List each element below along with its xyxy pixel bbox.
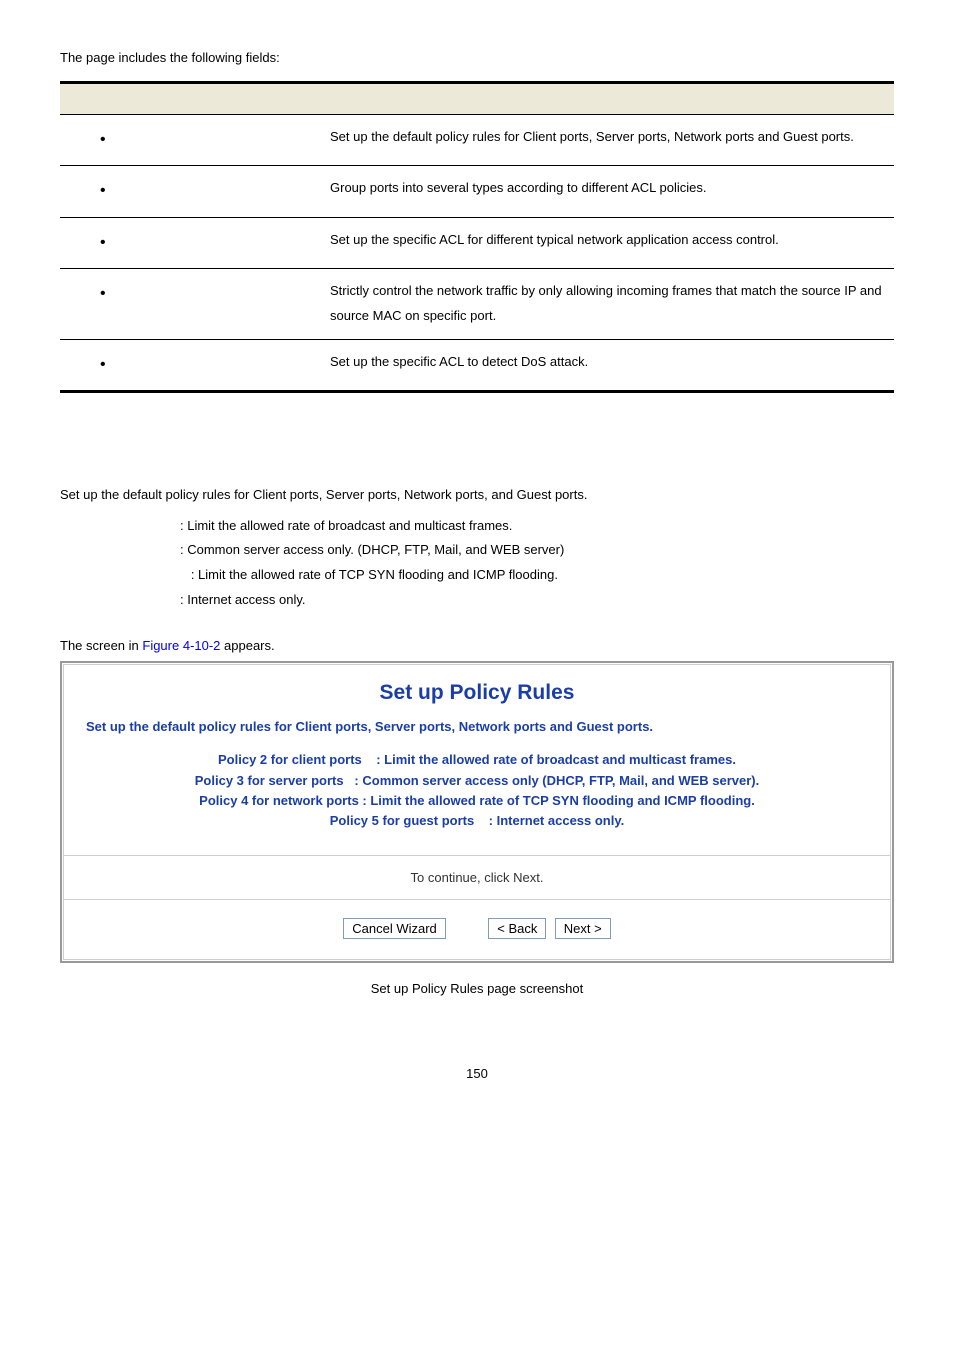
- wizard-continue-text: To continue, click Next.: [64, 855, 890, 899]
- table-row: • Strictly control the network traffic b…: [60, 269, 894, 339]
- wizard-policy-5: Policy 5 for guest ports : Internet acce…: [82, 811, 872, 831]
- policy-line-2: : Limit the allowed rate of broadcast an…: [180, 514, 894, 539]
- table-cell-desc: Set up the specific ACL for different ty…: [320, 217, 894, 268]
- bullet-icon: •: [100, 285, 106, 302]
- fields-table: • Set up the default policy rules for Cl…: [60, 81, 894, 393]
- table-row: • Set up the specific ACL for different …: [60, 217, 894, 268]
- wizard-policy-4: Policy 4 for network ports : Limit the a…: [82, 791, 872, 811]
- table-row: • Group ports into several types accordi…: [60, 166, 894, 217]
- figure-link[interactable]: Figure 4-10-2: [142, 638, 220, 653]
- back-button[interactable]: < Back: [488, 918, 546, 939]
- policy-line-4: : Limit the allowed rate of TCP SYN floo…: [180, 563, 894, 588]
- wizard-policy-2: Policy 2 for client ports : Limit the al…: [82, 750, 872, 770]
- wizard-screenshot: Set up Policy Rules Set up the default p…: [60, 661, 894, 963]
- figure-ref-post: appears.: [220, 638, 274, 653]
- table-row: • Set up the specific ACL to detect DoS …: [60, 339, 894, 391]
- table-cell-desc: Group ports into several types according…: [320, 166, 894, 217]
- wizard-policy-3: Policy 3 for server ports : Common serve…: [82, 771, 872, 791]
- figure-reference: The screen in Figure 4-10-2 appears.: [60, 638, 894, 653]
- figure-caption: Set up Policy Rules page screenshot: [60, 981, 894, 996]
- bullet-icon: •: [100, 234, 106, 251]
- figure-ref-pre: The screen in: [60, 638, 142, 653]
- bullet-icon: •: [100, 131, 106, 148]
- next-button[interactable]: Next >: [555, 918, 611, 939]
- table-header-object: [60, 83, 320, 115]
- intro-text: The page includes the following fields:: [60, 50, 894, 65]
- policy-line-3: : Common server access only. (DHCP, FTP,…: [180, 538, 894, 563]
- page-number: 150: [60, 1066, 894, 1081]
- policy-main: Set up the default policy rules for Clie…: [60, 483, 894, 508]
- table-cell-desc: Set up the specific ACL to detect DoS at…: [320, 339, 894, 391]
- wizard-subtitle: Set up the default policy rules for Clie…: [82, 719, 872, 734]
- table-header-row: [60, 83, 894, 115]
- wizard-title: Set up Policy Rules: [82, 681, 872, 705]
- bullet-icon: •: [100, 182, 106, 199]
- table-header-description: [320, 83, 894, 115]
- table-row: • Set up the default policy rules for Cl…: [60, 115, 894, 166]
- cancel-wizard-button[interactable]: Cancel Wizard: [343, 918, 446, 939]
- bullet-icon: •: [100, 356, 106, 373]
- policy-line-5: : Internet access only.: [180, 588, 894, 613]
- policy-description: Set up the default policy rules for Clie…: [60, 483, 894, 612]
- table-cell-desc: Set up the default policy rules for Clie…: [320, 115, 894, 166]
- table-cell-desc: Strictly control the network traffic by …: [320, 269, 894, 339]
